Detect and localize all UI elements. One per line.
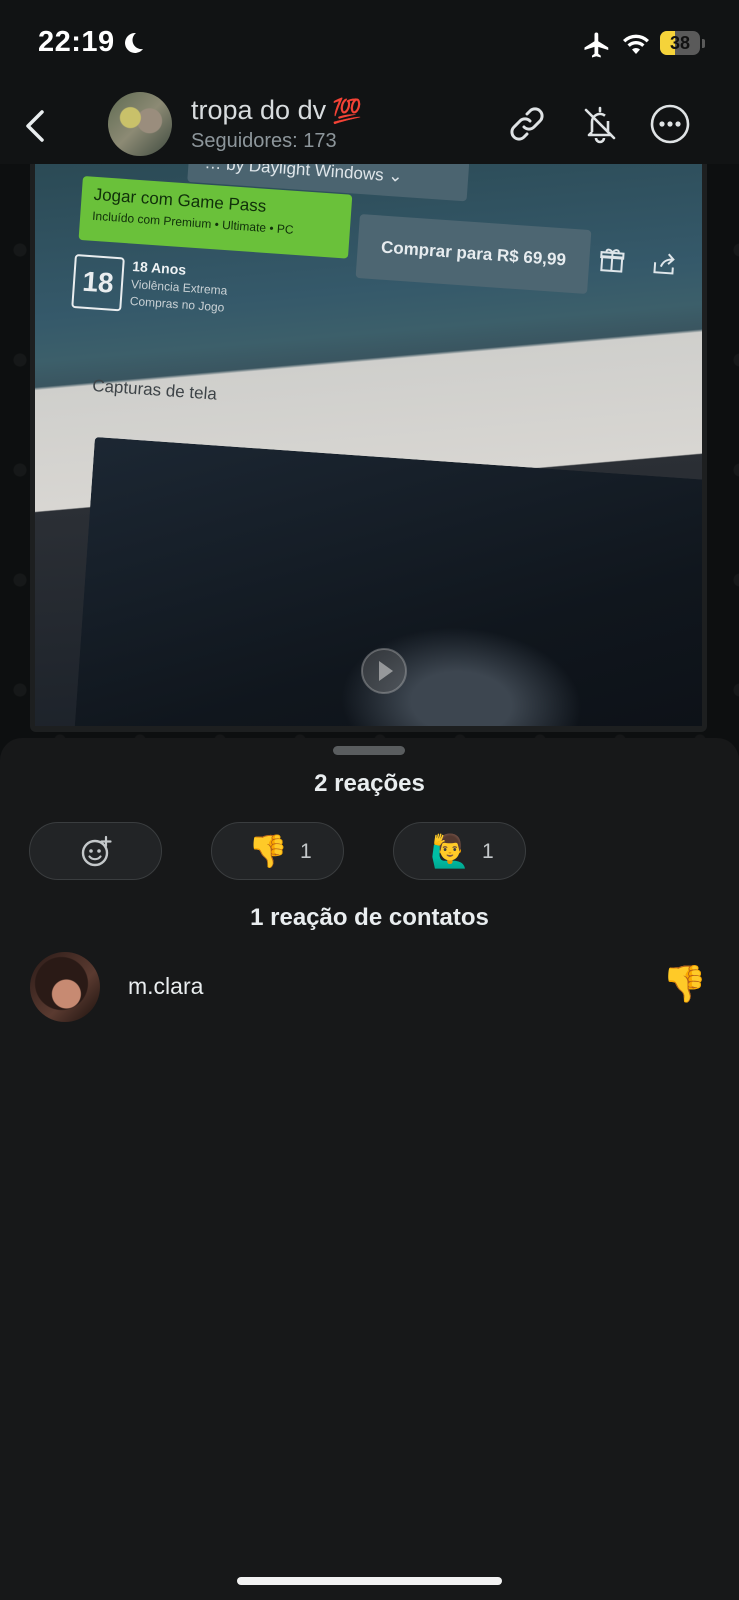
media-photo: … by Daylight Windows ⌄ Jogar com Game P… [35, 164, 702, 726]
channel-title[interactable]: tropa do dv 💯 [191, 95, 362, 126]
channel-avatar[interactable] [108, 92, 172, 156]
play-icon[interactable] [359, 646, 409, 696]
avatar [30, 952, 100, 1022]
home-indicator[interactable] [237, 1577, 502, 1585]
media-captures-label: Capturas de tela [91, 376, 218, 404]
moon-icon [125, 32, 143, 53]
hundred-points-emoji: 💯 [332, 98, 362, 125]
rating-number: 18 [71, 254, 125, 312]
media-age-rating: 18 18 Anos Violência Extrema Compras no … [70, 254, 294, 339]
reaction-count: 1 [482, 840, 494, 863]
channel-name: tropa do dv [191, 95, 327, 125]
add-reaction-icon [81, 835, 112, 867]
reaction-row[interactable]: m.clara 👎 [0, 952, 739, 1032]
media-buy-button: Comprar para R$ 69,99 [355, 214, 592, 295]
reaction-filter-raising-hand[interactable]: 🙋‍♂️ 1 [393, 822, 526, 880]
airplane-icon [584, 32, 609, 58]
channel-header: tropa do dv 💯 Seguidores: 173 [0, 90, 739, 164]
reaction-count: 1 [300, 840, 312, 863]
add-reaction-button[interactable] [29, 822, 162, 880]
bell-off-icon[interactable] [578, 102, 622, 146]
wifi-icon [623, 34, 649, 54]
contacts-reactions-title: 1 reação de contatos [250, 904, 489, 931]
share-icon [653, 253, 675, 275]
sheet-grabber[interactable] [333, 746, 405, 755]
user-reaction-emoji: 👎 [662, 963, 707, 1004]
screen: 22:19 38 tropa do dv 💯 Seguidores: 173 …… [0, 0, 739, 1600]
rating-title: 18 Anos [131, 258, 187, 278]
reactions-count-title: 2 reações [314, 770, 425, 797]
status-bar: 22:19 38 [0, 0, 739, 90]
battery-percentage: 38 [669, 33, 691, 53]
link-icon[interactable] [505, 102, 549, 146]
status-time: 22:19 [38, 26, 115, 58]
rating-line2: Compras no Jogo [129, 293, 225, 315]
reactions-sheet: 2 reações 👎 1 🙋‍♂️ 1 1 reação de contato… [0, 738, 739, 1600]
thumbs-down-emoji: 👎 [248, 833, 288, 869]
channel-followers: Seguidores: 173 [191, 130, 337, 152]
back-icon[interactable] [20, 106, 50, 146]
battery-icon: 38 [660, 31, 705, 57]
raising-hand-emoji: 🙋‍♂️ [430, 833, 470, 869]
more-icon[interactable] [648, 102, 692, 146]
message-media[interactable]: … by Daylight Windows ⌄ Jogar com Game P… [30, 164, 707, 732]
reaction-filter-thumbs-down[interactable]: 👎 1 [211, 822, 344, 880]
reaction-user-name: m.clara [128, 973, 204, 999]
gift-icon [600, 248, 625, 273]
